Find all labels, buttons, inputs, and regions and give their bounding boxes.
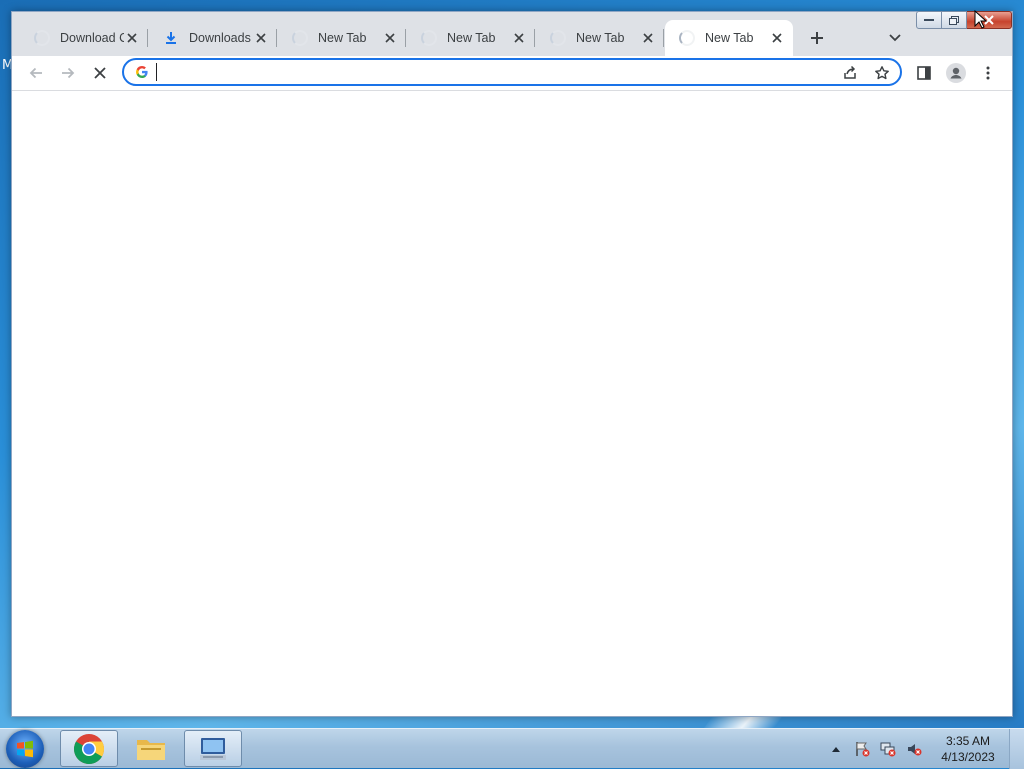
minimize-icon xyxy=(924,19,934,21)
arrow-left-icon xyxy=(29,67,42,79)
maximize-button[interactable] xyxy=(942,11,967,29)
share-icon[interactable] xyxy=(840,63,860,83)
chevron-up-icon xyxy=(832,747,840,752)
profile-button[interactable] xyxy=(942,59,970,87)
avatar-icon xyxy=(946,63,966,83)
tab-separator xyxy=(147,29,148,47)
taskbar-chrome[interactable] xyxy=(60,730,118,767)
address-bar[interactable] xyxy=(122,58,902,86)
clock-time: 3:35 AM xyxy=(945,734,991,748)
arrow-right-icon xyxy=(62,67,75,79)
tab-close-icon[interactable] xyxy=(769,30,785,46)
tab-title: Download C xyxy=(60,31,124,45)
close-icon xyxy=(94,67,106,79)
tab-close-icon[interactable] xyxy=(253,30,269,46)
tab-new-tab-2[interactable]: New Tab xyxy=(407,20,535,56)
tab-new-tab-1[interactable]: New Tab xyxy=(278,20,406,56)
bookmark-star-icon[interactable] xyxy=(872,63,892,83)
plus-icon xyxy=(811,32,823,44)
tab-close-icon[interactable] xyxy=(124,30,140,46)
taskbar-file-explorer[interactable] xyxy=(122,730,180,767)
remote-desktop-icon xyxy=(200,737,226,760)
tab-title: New Tab xyxy=(447,31,496,45)
tab-strip: Download C Downloads New Tab New Tab New… xyxy=(12,12,1012,56)
action-center-icon[interactable] xyxy=(852,739,872,759)
show-desktop-button[interactable] xyxy=(1009,729,1024,769)
new-tab-button[interactable] xyxy=(804,25,830,51)
tab-close-icon[interactable] xyxy=(511,30,527,46)
start-button[interactable] xyxy=(6,730,44,768)
mouse-cursor-icon xyxy=(974,10,988,29)
tab-title: New Tab xyxy=(318,31,367,45)
show-hidden-icons-button[interactable] xyxy=(826,739,846,759)
tab-new-tab-active[interactable]: New Tab xyxy=(665,20,793,56)
download-icon xyxy=(163,30,179,46)
chevron-down-icon xyxy=(889,34,901,42)
browser-window: Download C Downloads New Tab New Tab New… xyxy=(11,11,1013,717)
back-button[interactable] xyxy=(22,59,50,87)
tab-new-tab-3[interactable]: New Tab xyxy=(536,20,664,56)
loading-spinner-icon xyxy=(421,30,437,46)
tab-separator xyxy=(534,29,535,47)
tab-title: New Tab xyxy=(576,31,625,45)
loading-spinner-icon xyxy=(679,30,695,46)
loading-spinner-icon xyxy=(34,30,50,46)
tab-downloads[interactable]: Downloads xyxy=(149,20,277,56)
tab-separator xyxy=(663,29,664,47)
stop-loading-button[interactable] xyxy=(86,59,114,87)
side-panel-icon xyxy=(917,66,931,80)
clock-date: 4/13/2023 xyxy=(941,750,995,764)
volume-muted-icon[interactable] xyxy=(904,739,924,759)
restore-icon xyxy=(949,15,959,25)
minimize-button[interactable] xyxy=(916,11,942,29)
menu-button[interactable] xyxy=(974,59,1002,87)
network-icon[interactable] xyxy=(878,739,898,759)
taskbar: 3:35 AM 4/13/2023 xyxy=(0,728,1024,769)
taskbar-remote-desktop[interactable] xyxy=(184,730,242,767)
side-panel-button[interactable] xyxy=(910,59,938,87)
tab-download[interactable]: Download C xyxy=(20,20,148,56)
chrome-icon xyxy=(73,733,105,764)
loading-spinner-icon xyxy=(292,30,308,46)
tab-separator xyxy=(276,29,277,47)
system-tray: 3:35 AM 4/13/2023 xyxy=(823,729,1024,769)
tab-title: New Tab xyxy=(705,31,754,45)
system-clock[interactable]: 3:35 AM 4/13/2023 xyxy=(933,733,1003,765)
tab-close-icon[interactable] xyxy=(382,30,398,46)
tab-close-icon[interactable] xyxy=(640,30,656,46)
file-explorer-icon xyxy=(137,739,165,760)
address-input[interactable] xyxy=(156,63,837,81)
toolbar xyxy=(12,56,1012,91)
window-caption-buttons xyxy=(916,11,1012,29)
page-content xyxy=(12,91,1012,716)
windows-logo-icon xyxy=(17,740,33,758)
forward-button[interactable] xyxy=(54,59,82,87)
loading-spinner-icon xyxy=(550,30,566,46)
tab-separator xyxy=(405,29,406,47)
google-icon xyxy=(134,65,150,81)
tab-search-button[interactable] xyxy=(882,25,908,51)
tab-title: Downloads xyxy=(189,31,251,45)
more-vert-icon xyxy=(986,66,990,80)
